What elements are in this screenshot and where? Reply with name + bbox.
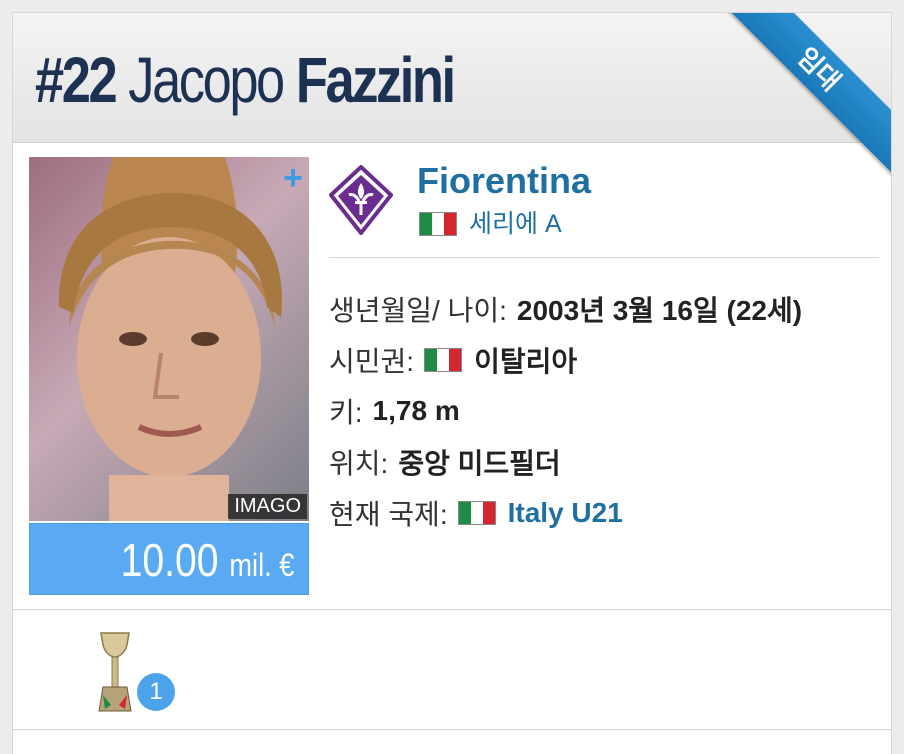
info-row-height: 키: 1,78 m	[329, 385, 889, 436]
club-name-link[interactable]: Fiorentina	[417, 159, 591, 203]
last-name: Fazzini	[295, 44, 456, 116]
shirt-number: #22	[35, 44, 118, 116]
divider	[13, 729, 891, 730]
player-photo[interactable]: + IMAGO	[29, 157, 309, 521]
info-row-citizenship: 시민권: 이탈리아	[329, 334, 889, 385]
market-value-amount: 10.00	[120, 534, 219, 586]
info-value: 2003년 3월 16일 (22세)	[516, 294, 803, 326]
info-value: 1,78 m	[372, 394, 460, 426]
info-value: 이탈리아	[474, 345, 578, 377]
league-name: 세리에 A	[469, 210, 562, 238]
info-value: 중앙 미드필더	[398, 447, 561, 479]
italy-flag-icon	[457, 500, 496, 525]
player-title: #22 Jacopo Fazzini	[35, 35, 456, 125]
divider	[13, 609, 891, 610]
market-value-unit: mil. €	[229, 547, 294, 583]
market-value[interactable]: 10.00 mil. €	[29, 523, 309, 595]
italy-flag-icon	[419, 212, 457, 236]
photo-credit: IMAGO	[228, 494, 307, 519]
info-label: 현재 국제:	[329, 498, 448, 530]
player-portrait-image	[58, 192, 283, 521]
trophy-count-badge: 1	[137, 673, 175, 711]
player-card: #22 Jacopo Fazzini 임대 + IMAGO 10.00 mil. €…	[12, 12, 892, 754]
info-row-national-team: 현재 국제: Italy U21	[329, 487, 889, 538]
plus-icon[interactable]: +	[283, 161, 303, 195]
info-label: 시민권:	[329, 345, 415, 377]
fiorentina-crest-icon[interactable]	[329, 165, 393, 235]
info-row-position: 위치: 중앙 미드필더	[329, 436, 889, 487]
league-link[interactable]: 세리에 A	[419, 209, 562, 239]
divider	[329, 257, 879, 258]
player-info-list: 생년월일/ 나이: 2003년 3월 16일 (22세) 시민권: 이탈리아 키…	[329, 283, 889, 538]
trophy-icon[interactable]	[97, 631, 133, 715]
info-label: 위치:	[329, 447, 389, 479]
info-label: 키:	[329, 396, 363, 428]
national-team-link[interactable]: Italy U21	[508, 497, 623, 529]
info-label: 생년월일/ 나이:	[329, 294, 507, 326]
info-row-birth: 생년월일/ 나이: 2003년 3월 16일 (22세)	[329, 283, 889, 334]
first-name: Jacopo	[128, 44, 285, 116]
italy-flag-icon	[424, 347, 463, 372]
